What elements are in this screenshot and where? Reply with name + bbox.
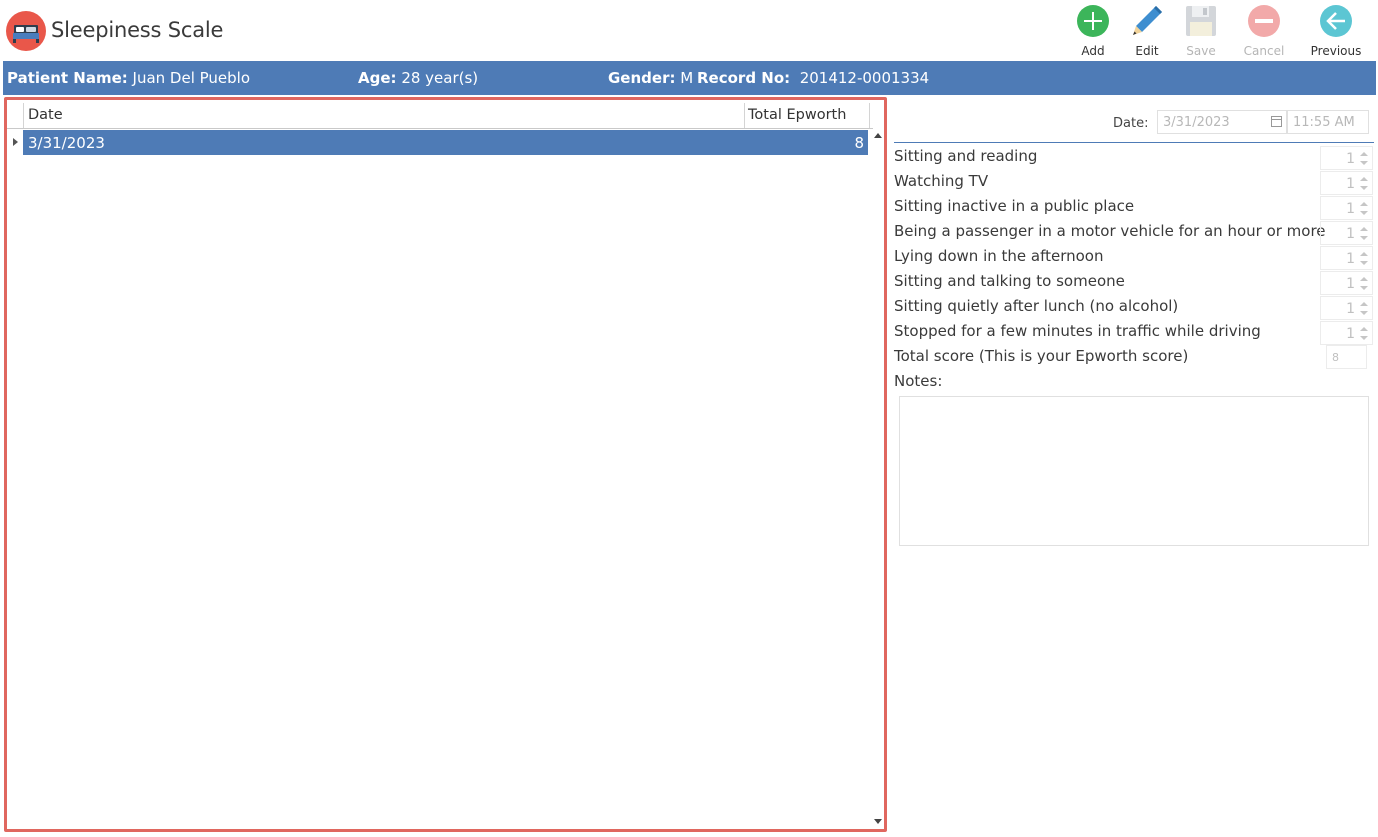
- spin-up-icon[interactable]: [1360, 202, 1368, 206]
- question-score-spinner[interactable]: 1: [1320, 171, 1373, 195]
- scroll-up-icon[interactable]: [874, 133, 882, 138]
- spin-down-icon[interactable]: [1360, 161, 1368, 165]
- edit-button[interactable]: Edit: [1119, 4, 1175, 58]
- question-score-spinner[interactable]: 1: [1320, 296, 1373, 320]
- patient-name-field: Patient Name: Juan Del Pueblo: [7, 69, 250, 87]
- question-label: Sitting quietly after lunch (no alcohol): [894, 297, 1179, 315]
- spin-up-icon[interactable]: [1360, 227, 1368, 231]
- date-picker-value: 3/31/2023: [1163, 115, 1230, 130]
- question-score-spinner[interactable]: 1: [1320, 146, 1373, 170]
- question-score-spinner[interactable]: 1: [1320, 271, 1373, 295]
- cell-date: 3/31/2023: [28, 134, 105, 152]
- column-divider[interactable]: [744, 103, 745, 128]
- spin-up-icon[interactable]: [1360, 252, 1368, 256]
- table-row[interactable]: 3/31/2023 8: [23, 130, 868, 155]
- calendar-icon[interactable]: [1271, 116, 1282, 127]
- spin-down-icon[interactable]: [1360, 311, 1368, 315]
- patient-name-value: Juan Del Pueblo: [132, 69, 251, 87]
- save-button[interactable]: Save: [1173, 4, 1229, 58]
- spin-down-icon[interactable]: [1360, 211, 1368, 215]
- total-score-field[interactable]: 8: [1326, 345, 1367, 369]
- grid-row-header-corner: [7, 103, 24, 128]
- patient-gender-field: Gender: M: [608, 69, 693, 87]
- page-title: Sleepiness Scale: [51, 18, 224, 42]
- patient-record-field: Record No: 201412-0001334: [697, 69, 929, 87]
- pencil-icon: [1133, 6, 1162, 35]
- cancel-button-label: Cancel: [1243, 44, 1285, 58]
- question-label: Lying down in the afternoon: [894, 247, 1104, 265]
- question-score-spinner[interactable]: 1: [1320, 221, 1373, 245]
- notes-textarea[interactable]: [899, 396, 1369, 546]
- spinner-value: 1: [1346, 251, 1355, 267]
- spin-up-icon[interactable]: [1360, 302, 1368, 306]
- spin-down-icon[interactable]: [1360, 336, 1368, 340]
- previous-button[interactable]: Previous: [1308, 4, 1364, 58]
- patient-age-field: Age: 28 year(s): [358, 69, 478, 87]
- spin-up-icon[interactable]: [1360, 277, 1368, 281]
- patient-age-value: 28 year(s): [401, 69, 479, 87]
- edit-button-label: Edit: [1135, 44, 1159, 58]
- spinner-value: 1: [1346, 176, 1355, 192]
- time-field-value: 11:55 AM: [1293, 115, 1355, 130]
- scroll-down-icon[interactable]: [874, 819, 882, 824]
- bed-icon: [6, 11, 46, 51]
- spinner-value: 1: [1346, 151, 1355, 167]
- column-header-total-epworth[interactable]: Total Epworth: [748, 107, 846, 123]
- column-header-date[interactable]: Date: [28, 107, 63, 123]
- question-label: Watching TV: [894, 172, 989, 190]
- add-button-label: Add: [1081, 44, 1105, 58]
- date-picker[interactable]: 3/31/2023: [1157, 110, 1287, 134]
- question-score-spinner[interactable]: 1: [1320, 246, 1373, 270]
- spin-up-icon[interactable]: [1360, 177, 1368, 181]
- spin-down-icon[interactable]: [1360, 286, 1368, 290]
- patient-record-label: Record No:: [697, 69, 791, 87]
- save-button-label: Save: [1186, 44, 1216, 58]
- spinner-value: 1: [1346, 276, 1355, 292]
- question-label: Sitting inactive in a public place: [894, 197, 1135, 215]
- floppy-disk-icon: [1186, 6, 1216, 36]
- cell-total-epworth: 8: [854, 134, 864, 152]
- spin-down-icon[interactable]: [1360, 236, 1368, 240]
- patient-name-label: Patient Name:: [7, 69, 128, 87]
- question-label: Being a passenger in a motor vehicle for…: [894, 222, 1326, 240]
- patient-age-label: Age:: [358, 69, 397, 87]
- date-label: Date:: [1113, 116, 1149, 131]
- minus-circle-icon: [1248, 5, 1280, 37]
- spin-up-icon[interactable]: [1360, 327, 1368, 331]
- total-score-value: 8: [1332, 351, 1339, 364]
- spinner-value: 1: [1346, 226, 1355, 242]
- plus-circle-icon: [1077, 5, 1109, 37]
- spinner-value: 1: [1346, 301, 1355, 317]
- column-divider[interactable]: [869, 103, 870, 128]
- cancel-button[interactable]: Cancel: [1236, 4, 1292, 58]
- patient-record-value: 201412-0001334: [799, 69, 930, 87]
- spinner-value: 1: [1346, 326, 1355, 342]
- vertical-scrollbar[interactable]: [872, 128, 884, 828]
- previous-button-label: Previous: [1310, 44, 1362, 58]
- add-button[interactable]: Add: [1065, 4, 1121, 58]
- question-label: Sitting and talking to someone: [894, 272, 1125, 290]
- question-score-spinner[interactable]: 1: [1320, 321, 1373, 345]
- total-score-label: Total score (This is your Epworth score): [894, 347, 1189, 365]
- spinner-value: 1: [1346, 201, 1355, 217]
- grid-header: Date Total Epworth: [7, 103, 873, 129]
- spin-down-icon[interactable]: [1360, 186, 1368, 190]
- epworth-grid[interactable]: Date Total Epworth 3/31/2023 8: [4, 97, 887, 832]
- time-field[interactable]: 11:55 AM: [1287, 110, 1369, 134]
- patient-gender-value: M: [680, 69, 694, 87]
- notes-label: Notes:: [894, 372, 943, 390]
- question-label: Sitting and reading: [894, 147, 1038, 165]
- arrow-left-circle-icon: [1320, 5, 1352, 37]
- patient-gender-label: Gender:: [608, 69, 676, 87]
- question-score-spinner[interactable]: 1: [1320, 196, 1373, 220]
- spin-up-icon[interactable]: [1360, 152, 1368, 156]
- question-label: Stopped for a few minutes in traffic whi…: [894, 322, 1261, 340]
- row-indicator-icon: [13, 138, 18, 146]
- patient-info-bar: Patient Name: Juan Del Pueblo Age: 28 ye…: [3, 61, 1376, 95]
- spin-down-icon[interactable]: [1360, 261, 1368, 265]
- form-divider: [894, 142, 1374, 143]
